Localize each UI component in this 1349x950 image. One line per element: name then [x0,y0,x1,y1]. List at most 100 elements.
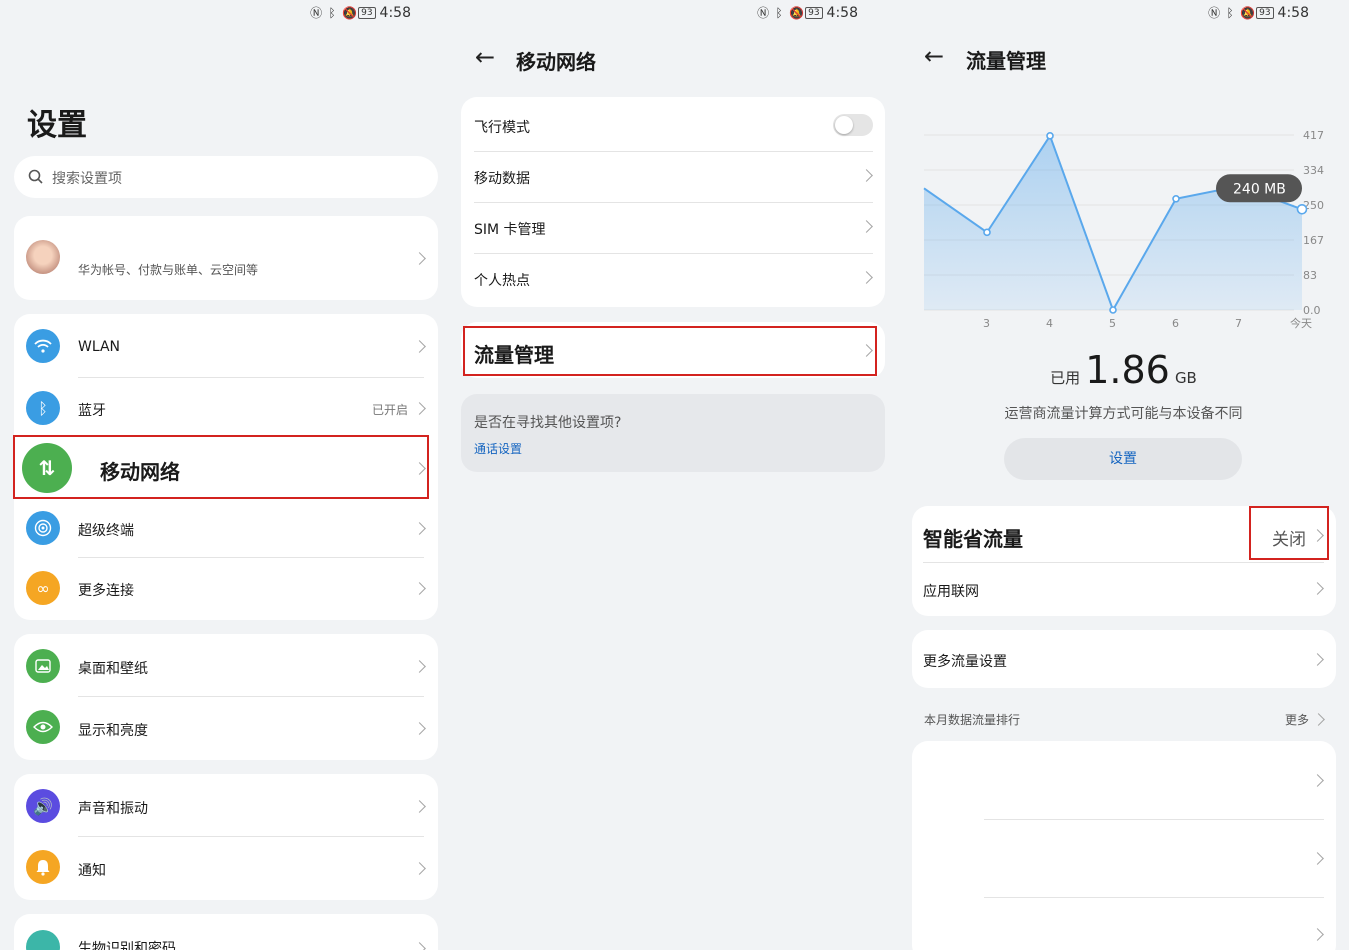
chevron-right-icon [413,402,426,415]
x-tick-label: 6 [1172,317,1179,330]
ranking-more-link[interactable]: 更多 [1285,711,1309,728]
account-subtitle: 华为帐号、付款与账单、云空间等 [78,263,259,277]
used-prefix: 已用 [1050,369,1081,387]
status-bar: Ⓝ ᛒ 🔕 93 4:58 [1208,4,1309,22]
settings-item-bluetooth[interactable]: ᛒ 蓝牙 已开启 [14,378,438,438]
chevron-right-icon [1312,713,1325,726]
ranking-item[interactable] [912,741,1336,819]
highlight-box [13,435,429,499]
settings-item-biometrics[interactable]: 生物识别和密码 [14,914,438,950]
back-arrow-icon[interactable]: ← [475,43,495,71]
data-point [1046,132,1054,140]
settings-item-sound[interactable]: 🔊 声音和振动 [14,774,438,836]
settings-item-hotspot[interactable]: 个人热点 [461,253,885,305]
chevron-right-icon [1311,852,1324,865]
app-network-row[interactable]: 应用联网 [912,562,1336,616]
settings-item-display[interactable]: 显示和亮度 [14,696,438,758]
bluetooth-label: 蓝牙 [78,403,106,419]
bluetooth-status-icon: ᛒ [328,5,336,20]
page-title: 流量管理 [966,49,1046,73]
highlight-box [463,326,877,376]
chevron-right-icon [413,862,426,875]
ranking-card [912,741,1336,950]
settings-item-notification[interactable]: 通知 [14,836,438,898]
hint-question: 是否在寻找其他设置项? [474,415,622,431]
y-tick-label: 0.0 [1303,304,1321,317]
more-traffic-settings-label: 更多流量设置 [923,654,1007,670]
battery-icon: 93 [358,7,376,19]
settings-item-mobile-data[interactable]: 移动数据 [461,151,885,202]
chevron-right-icon [1311,928,1324,941]
more-traffic-settings-row[interactable]: 更多流量设置 [912,630,1336,688]
y-tick-label: 167 [1303,234,1324,247]
status-bar: Ⓝ ᛒ 🔕 93 4:58 [310,4,411,22]
usage-summary: 已用 1.86 GB [898,348,1349,392]
eye-icon [26,710,60,744]
y-tick-label: 334 [1303,164,1324,177]
settings-button[interactable]: 设置 [1004,438,1242,480]
settings-item-airplane-mode[interactable]: 飞行模式 [461,97,885,151]
settings-item-desktop[interactable]: 桌面和壁纸 [14,634,438,696]
wlan-label: WLAN [78,339,121,355]
avatar [26,240,60,274]
status-bar: Ⓝ ᛒ 🔕 93 4:58 [757,4,858,22]
x-tick-label: 4 [1046,317,1053,330]
bluetooth-icon: ᛒ [26,391,60,425]
data-point [983,228,991,237]
chevron-right-icon [413,722,426,735]
chevron-right-icon [413,340,426,353]
data-point [1172,194,1180,203]
biometrics-label: 生物识别和密码 [78,941,176,950]
smart-saver-label: 智能省流量 [923,527,1023,551]
back-arrow-icon[interactable]: ← [924,42,944,70]
airplane-mode-label: 飞行模式 [474,120,530,136]
chevron-right-icon [1311,774,1324,787]
wifi-icon [26,329,60,363]
x-tick-label: 7 [1235,317,1242,330]
app-network-label: 应用联网 [923,584,979,600]
account-card[interactable]: 华为帐号、付款与账单、云空间等 [14,216,438,300]
mobile-data-label: 移动数据 [474,171,530,187]
sim-label: SIM 卡管理 [474,222,546,238]
call-settings-link[interactable]: 通话设置 [474,440,522,457]
settings-item-more-connections[interactable]: ∞ 更多连接 [14,558,438,618]
usage-chart: 417334250167830.03 4 5 6 7 今天240 MB [923,129,1324,330]
data-point [1109,306,1117,314]
speaker-icon: 🔊 [26,789,60,823]
mute-icon: 🔕 [1240,5,1256,20]
chevron-right-icon [860,169,873,182]
desktop-label: 桌面和壁纸 [78,661,148,677]
bluetooth-status-icon: ᛒ [775,5,783,20]
tooltip-value: 240 MB [1233,181,1286,197]
battery-icon: 93 [1256,7,1274,19]
more-connections-label: 更多连接 [78,583,134,599]
search-icon [28,169,43,184]
ranking-item[interactable] [912,898,1336,950]
airplane-toggle[interactable] [833,114,873,136]
nfc-icon: Ⓝ [1208,5,1221,20]
sound-label: 声音和振动 [78,801,148,817]
settings-panel: Ⓝ ᛒ 🔕 93 4:58 设置 搜索设置项 华为帐号、付款与账单、云空间等 W… [0,0,451,950]
highlight-box [1249,506,1329,560]
y-tick-label: 83 [1303,269,1317,282]
ranking-title: 本月数据流量排行 [924,713,1021,727]
search-bar[interactable]: 搜索设置项 [14,156,438,198]
settings-item-super-device[interactable]: 超级终端 [14,498,438,558]
settings-item-sim[interactable]: SIM 卡管理 [461,202,885,253]
traffic-management-panel: Ⓝ ᛒ 🔕 93 4:58 ← 流量管理 417 334 250 167 83 0.0 3 4… [898,0,1349,950]
network-card: 飞行模式 移动数据 SIM 卡管理 个人热点 [461,97,885,307]
super-device-icon [26,511,60,545]
x-tick-label: 5 [1109,317,1116,330]
page-title: 设置 [27,108,87,143]
ranking-item[interactable] [912,820,1336,897]
link-icon: ∞ [26,571,60,605]
settings-item-wlan[interactable]: WLAN [14,314,438,378]
display-label: 显示和亮度 [78,723,148,739]
chevron-right-icon [860,271,873,284]
used-value: 1.86 [1085,348,1170,392]
chevron-right-icon [413,942,426,950]
chevron-right-icon [413,582,426,595]
bluetooth-status: 已开启 [371,403,408,417]
security-card: 生物识别和密码 [14,914,438,950]
x-tick-label: 今天 [1290,316,1312,330]
